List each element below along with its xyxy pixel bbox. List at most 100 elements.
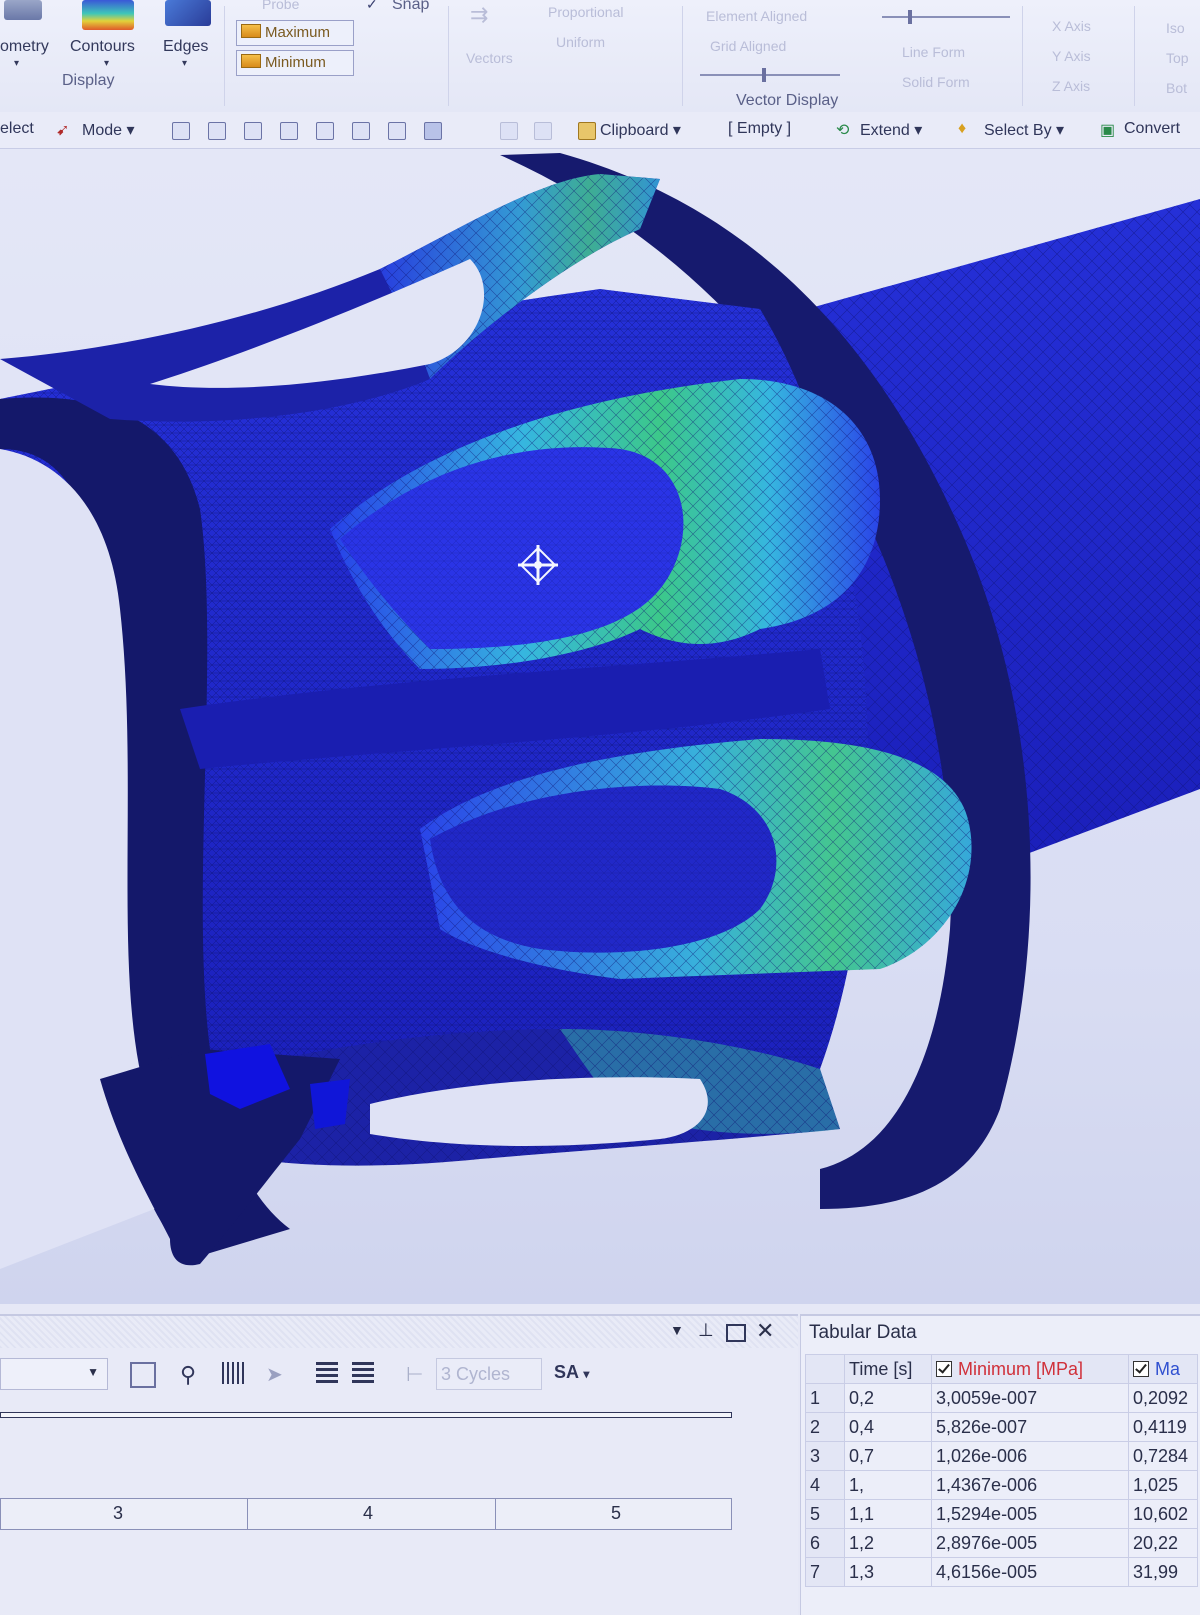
zoom-icon[interactable]: ⚲ [180,1362,202,1387]
dropdown-arrow-icon[interactable]: ▾ [104,58,109,69]
graph-select-dropdown[interactable]: ▼ [0,1358,108,1390]
table-row[interactable]: 6 1,2 2,8976e-005 20,22 [805,1528,1198,1558]
dropdown-arrow-icon[interactable]: ▾ [14,58,19,69]
maximum-cell: 20,22 [1128,1528,1198,1558]
minimum-checkbox[interactable] [936,1360,952,1377]
clipboard-add-icon[interactable] [500,122,518,140]
axis-tick-label: 3 [113,1503,124,1523]
body-select-icon[interactable] [280,122,298,140]
edge-select-icon[interactable] [208,122,226,140]
top-view-button[interactable]: Top [1166,50,1189,66]
slider-handle[interactable] [908,10,912,24]
table-row[interactable]: 1 0,2 3,0059e-007 0,2092 [805,1383,1198,1413]
sa-dropdown[interactable]: SA ▾ [554,1362,589,1383]
axis-tick-label: 4 [363,1503,374,1523]
snap-checkmark-icon[interactable]: ✓ [366,0,378,13]
graph-settings-icon[interactable] [130,1362,156,1388]
vectors-button[interactable]: Vectors [466,50,513,66]
probe-button[interactable]: Probe [262,0,299,12]
maximum-column-header[interactable]: Ma [1128,1354,1198,1384]
align-left-icon[interactable] [316,1362,338,1384]
contours-icon[interactable] [82,0,134,30]
mesh-select-icon[interactable] [424,122,442,140]
maximum-cell: 0,7284 [1128,1441,1198,1471]
y-axis-button[interactable]: Y Axis [1052,48,1091,64]
maximum-cell: 1,025 [1128,1470,1198,1500]
row-number-cell: 2 [805,1412,845,1442]
maximum-checkbox[interactable] [1133,1360,1149,1377]
maximum-cell: 0,2092 [1128,1383,1198,1413]
graphics-viewport[interactable] [0,149,1200,1304]
edges-button[interactable]: Edges [163,38,208,56]
vertex-select-icon[interactable] [172,122,190,140]
panel-menu-arrow-icon[interactable]: ▼ [670,1322,684,1338]
mode-label: Mode [82,122,123,139]
time-column-header[interactable]: Time [s] [844,1354,932,1384]
vector-display-slider[interactable] [700,68,840,82]
time-cell: 1,2 [844,1528,932,1558]
frames-icon[interactable]: ⊢ [406,1362,428,1386]
slider-handle[interactable] [762,68,766,82]
table-row[interactable]: 3 0,7 1,026e-006 0,7284 [805,1441,1198,1471]
table-row[interactable]: 5 1,1 1,5294e-005 10,602 [805,1499,1198,1529]
minimum-label: Minimum [265,54,326,71]
grid-icon[interactable] [222,1362,244,1384]
ribbon-separator [448,6,449,106]
row-number-cell: 1 [805,1383,845,1413]
grid-aligned-button[interactable]: Grid Aligned [710,38,786,54]
pin-icon[interactable]: ⊥ [698,1320,714,1341]
edges-icon[interactable] [165,0,211,26]
table-row[interactable]: 2 0,4 5,826e-007 0,4119 [805,1412,1198,1442]
clipboard-remove-icon[interactable] [534,122,552,140]
display-group-label: Display [62,72,115,89]
line-form-button[interactable]: Line Form [902,44,965,60]
element-select-icon[interactable] [388,122,406,140]
select-by-dropdown[interactable]: Select By ▾ [984,120,1064,140]
row-number-cell: 7 [805,1557,845,1587]
clipboard-label: Clipboard [600,122,669,139]
contours-button[interactable]: Contours [70,38,135,56]
select-by-icon: ♦ [958,120,967,137]
stress-contour-model[interactable] [0,149,1200,1304]
extend-dropdown[interactable]: Extend ▾ [860,120,922,140]
timeline-track[interactable] [0,1412,732,1418]
table-row[interactable]: 7 1,3 4,6156e-005 31,99 [805,1557,1198,1587]
animation-icon[interactable]: ➤ [266,1362,288,1386]
close-icon[interactable]: ✕ [756,1318,774,1344]
maximize-icon[interactable] [726,1324,746,1342]
maximum-icon [241,24,261,38]
maximum-button[interactable]: Maximum [236,20,354,46]
convert-button[interactable]: Convert [1124,120,1180,138]
row-number-cell: 3 [805,1441,845,1471]
geometry-button[interactable]: ometry [0,38,49,56]
face-select-icon[interactable] [244,122,262,140]
minimum-column-label: Minimum [MPa] [958,1358,1084,1379]
align-right-icon[interactable] [352,1362,374,1384]
geometry-icon[interactable] [4,0,42,20]
x-axis-button[interactable]: X Axis [1052,18,1091,34]
node-select-icon[interactable] [316,122,334,140]
bottom-view-button[interactable]: Bot [1166,80,1187,96]
element-face-select-icon[interactable] [352,122,370,140]
minimum-column-header[interactable]: Minimum [MPa] [931,1354,1129,1384]
dropdown-arrow-icon[interactable]: ▾ [182,58,187,69]
element-aligned-button[interactable]: Element Aligned [706,8,807,24]
minimum-button[interactable]: Minimum [236,50,354,76]
clipboard-icon [578,122,596,140]
z-axis-button[interactable]: Z Axis [1052,78,1090,94]
proportional-button[interactable]: Proportional [548,4,624,20]
iso-view-button[interactable]: Iso [1166,20,1185,36]
axis-divider [495,1499,496,1529]
uniform-button[interactable]: Uniform [556,34,605,50]
row-number-cell: 5 [805,1499,845,1529]
mode-dropdown[interactable]: Mode ▾ [82,120,135,140]
clipboard-dropdown[interactable]: Clipboard ▾ [600,120,681,140]
table-row[interactable]: 4 1, 1,4367e-006 1,025 [805,1470,1198,1500]
vectors-arrow-icon[interactable]: ⇉ [470,2,488,28]
solid-form-button[interactable]: Solid Form [902,74,970,90]
snap-button[interactable]: Snap [392,0,429,14]
length-slider[interactable] [882,10,1010,24]
select-button[interactable]: elect [0,120,34,138]
cycles-field[interactable]: 3 Cycles [436,1358,542,1390]
dropdown-arrow-icon: ▼ [87,1365,99,1379]
